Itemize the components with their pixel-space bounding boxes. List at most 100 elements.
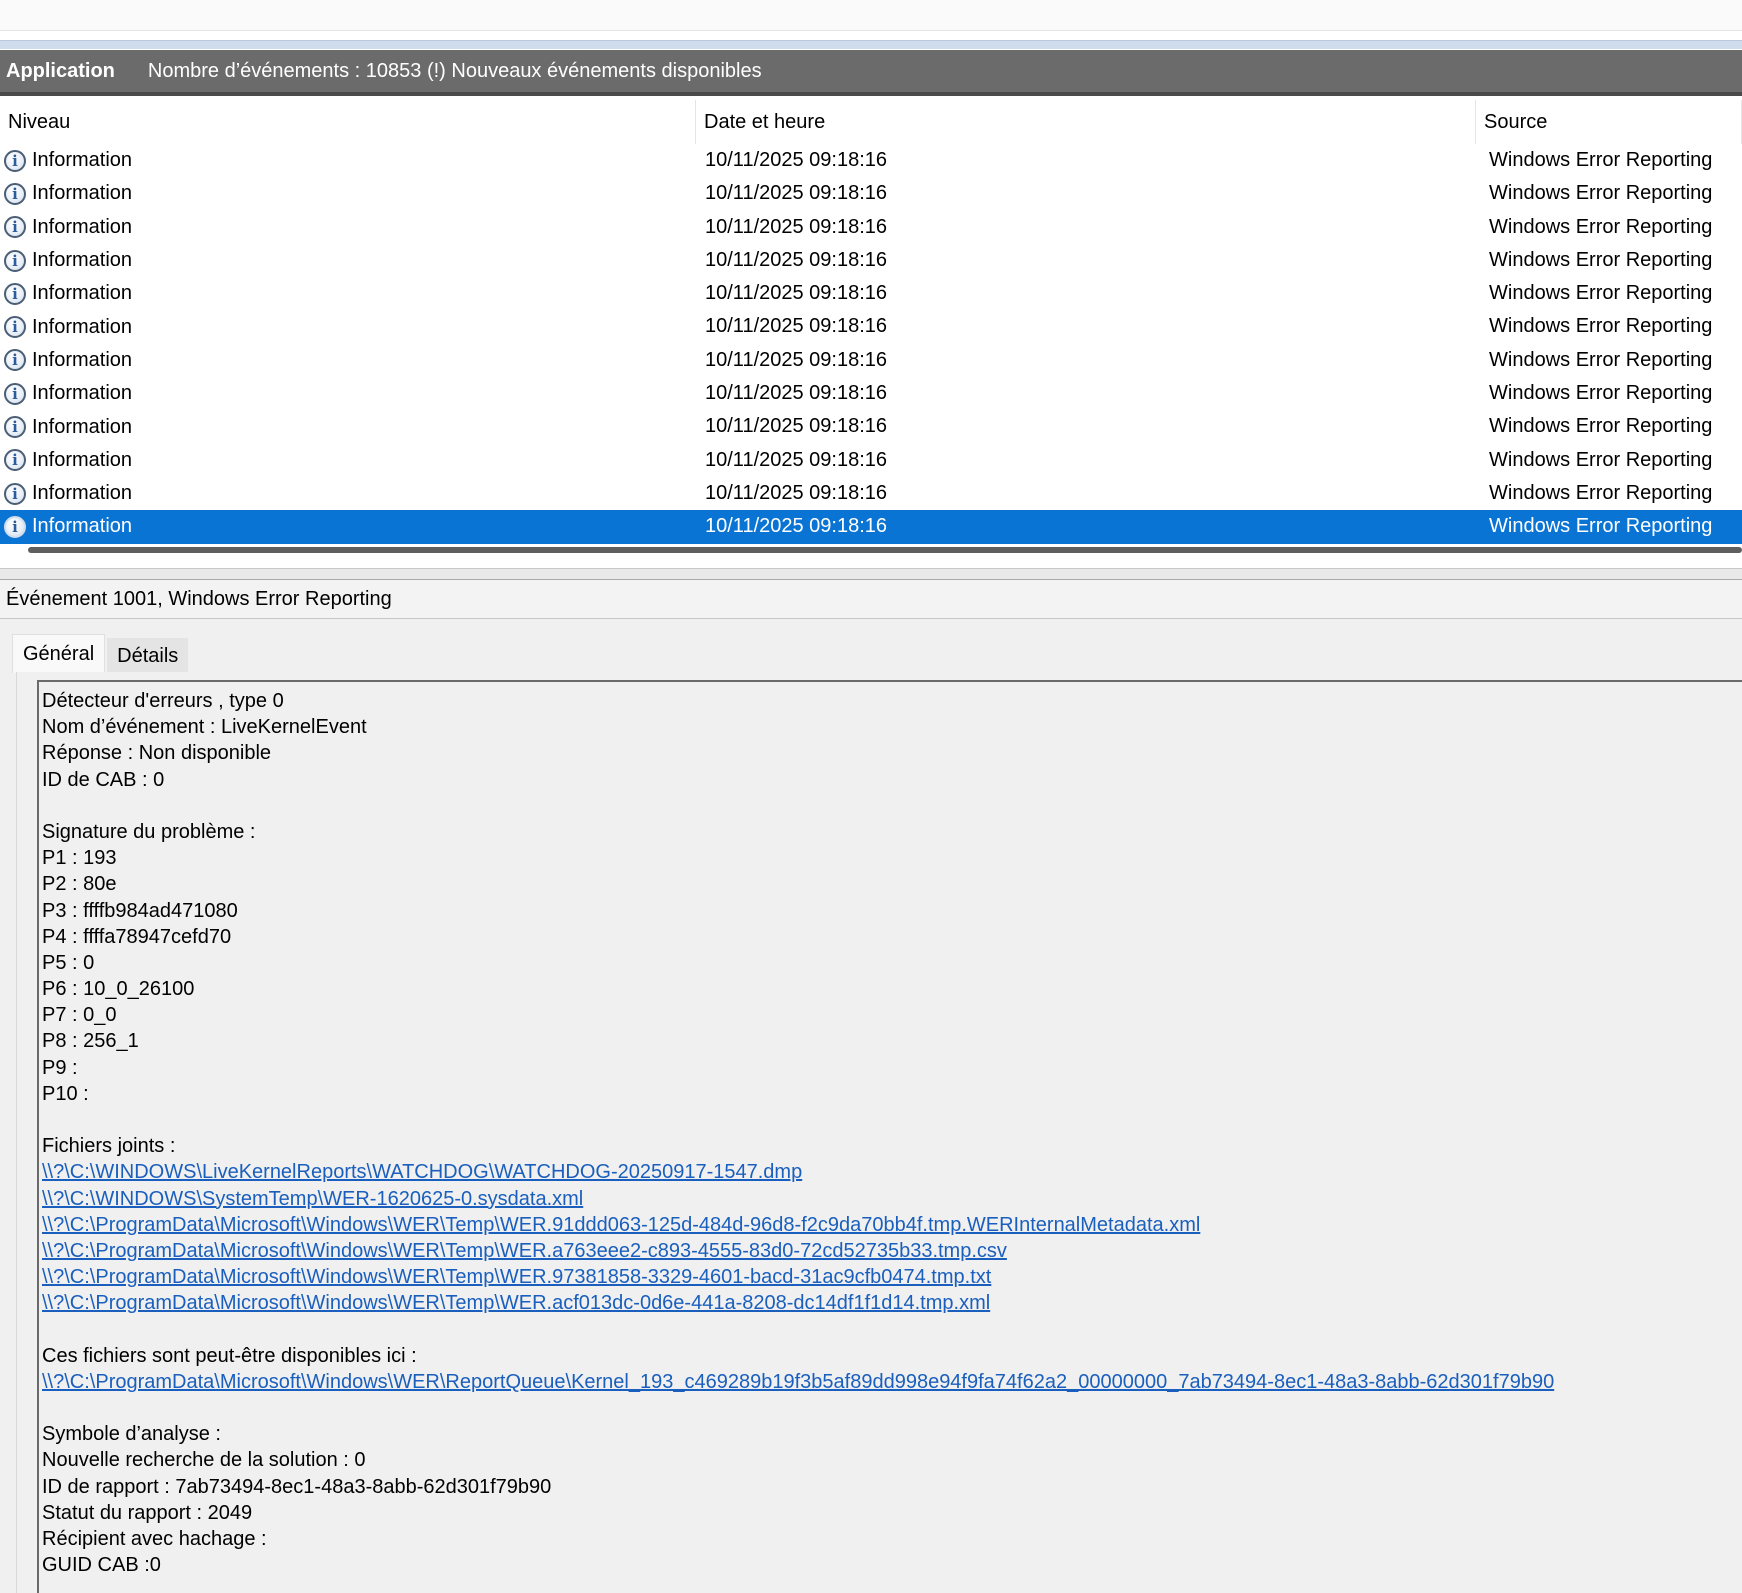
detail-line: Détecteur d'erreurs , type 0 xyxy=(42,690,284,712)
cell-datetime: 10/11/2025 09:18:16 xyxy=(705,348,888,371)
information-icon: i xyxy=(4,515,26,538)
events-table: Niveau Date et heure Source i Information… xyxy=(0,100,1742,544)
level-text: Information xyxy=(32,515,133,538)
table-body: i Information 10/11/2025 09:18:16 Windows E… xyxy=(0,144,1742,544)
cell-source: Windows Error Reporting xyxy=(1489,215,1713,238)
detail-line: P9 : xyxy=(42,1056,78,1079)
tab-general[interactable]: Général xyxy=(12,634,106,673)
cell-source: Windows Error Reporting xyxy=(1489,348,1713,371)
cell-source: Windows Error Reporting xyxy=(1489,248,1713,271)
cell-datetime: 10/11/2025 09:18:16 xyxy=(705,215,888,238)
detail-line: ID de CAB : 0 xyxy=(42,768,165,791)
file-path-link[interactable]: \\?\C:\ProgramData\Microsoft\Windows\WER… xyxy=(42,1238,1742,1264)
information-icon: i xyxy=(4,449,26,472)
detail-line: P10 : xyxy=(42,1082,89,1105)
table-row[interactable]: i Information 10/11/2025 09:18:16 Windows E… xyxy=(0,177,1742,210)
file-path-link[interactable]: \\?\C:\ProgramData\Microsoft\Windows\WER… xyxy=(42,1290,1742,1316)
cell-level: i Information xyxy=(4,477,694,510)
detail-line: Nouvelle recherche de la solution : 0 xyxy=(42,1449,366,1472)
detail-tabs: Général Détails xyxy=(12,634,190,673)
level-text: Information xyxy=(32,382,133,405)
cell-level: i Information xyxy=(4,177,694,210)
log-header: Application Nombre d’événements : 10853 … xyxy=(0,50,1742,96)
table-row[interactable]: i Information 10/11/2025 09:18:16 Windows E… xyxy=(0,410,1742,443)
level-text: Information xyxy=(32,182,133,205)
cell-level: i Information xyxy=(4,377,694,410)
file-path-link[interactable]: \\?\C:\WINDOWS\SystemTemp\WER-1620625-0.… xyxy=(42,1186,1742,1212)
horizontal-scrollbar[interactable] xyxy=(0,544,1742,556)
header-accent-line xyxy=(0,40,1742,49)
cell-level: i Information xyxy=(4,510,694,543)
cell-level: i Information xyxy=(4,244,694,277)
cell-level: i Information xyxy=(4,344,694,377)
scrollbar-thumb[interactable] xyxy=(28,547,1742,553)
detail-line: Récipient avec hachage : xyxy=(42,1528,267,1550)
information-icon: i xyxy=(4,149,26,172)
table-row[interactable]: i Information 10/11/2025 09:18:16 Windows E… xyxy=(0,377,1742,410)
level-text: Information xyxy=(32,415,133,438)
cell-source: Windows Error Reporting xyxy=(1489,415,1713,438)
level-text: Information xyxy=(32,315,133,338)
tab-general-panel: Détecteur d'erreurs , type 0 Nom d’événem… xyxy=(16,672,1742,1593)
information-icon: i xyxy=(4,482,26,505)
table-row[interactable]: i Information 10/11/2025 09:18:16 Windows E… xyxy=(0,310,1742,343)
file-path-link[interactable]: \\?\C:\ProgramData\Microsoft\Windows\WER… xyxy=(42,1369,1742,1395)
detail-line: Ces fichiers sont peut-être disponibles … xyxy=(42,1344,417,1367)
cell-datetime: 10/11/2025 09:18:16 xyxy=(705,315,888,338)
information-icon: i xyxy=(4,382,26,405)
detail-line: P5 : 0 xyxy=(42,951,95,974)
detail-line: ID de rapport : 7ab73494-8ec1-48a3-8abb-… xyxy=(42,1475,552,1498)
table-row[interactable]: i Information 10/11/2025 09:18:16 Windows E… xyxy=(0,211,1742,244)
information-icon: i xyxy=(4,282,26,305)
information-icon: i xyxy=(4,216,26,239)
column-header-datetime[interactable]: Date et heure xyxy=(696,100,1476,144)
file-path-link[interactable]: \\?\C:\WINDOWS\LiveKernelReports\WATCHDO… xyxy=(42,1159,1742,1185)
cell-level: i Information xyxy=(4,277,694,310)
cell-level: i Information xyxy=(4,410,694,443)
table-row[interactable]: i Information 10/11/2025 09:18:16 Windows E… xyxy=(0,277,1742,310)
level-text: Information xyxy=(32,482,133,505)
toolbar-strip xyxy=(0,0,1742,31)
log-event-count: Nombre d’événements : 10853 (!) Nouveaux… xyxy=(147,59,762,82)
detail-line: Signature du problème : xyxy=(42,820,256,843)
cell-source: Windows Error Reporting xyxy=(1489,315,1713,338)
cell-source: Windows Error Reporting xyxy=(1489,382,1713,405)
cell-source: Windows Error Reporting xyxy=(1489,481,1713,504)
cell-source: Windows Error Reporting xyxy=(1489,182,1713,205)
information-icon: i xyxy=(4,182,26,205)
cell-source: Windows Error Reporting xyxy=(1489,149,1713,171)
detail-line: Symbole d’analyse : xyxy=(42,1423,221,1446)
file-path-link[interactable]: \\?\C:\ProgramData\Microsoft\Windows\WER… xyxy=(42,1264,1742,1290)
level-text: Information xyxy=(32,348,133,371)
detail-line: P7 : 0_0 xyxy=(42,1004,117,1027)
pane-splitter[interactable] xyxy=(0,568,1742,580)
table-row[interactable]: i Information 10/11/2025 09:18:16 Windows E… xyxy=(0,510,1742,544)
table-row[interactable]: i Information 10/11/2025 09:18:16 Windows E… xyxy=(0,444,1742,477)
cell-level: i Information xyxy=(4,310,694,343)
cell-datetime: 10/11/2025 09:18:16 xyxy=(705,282,888,305)
column-header-level[interactable]: Niveau xyxy=(0,100,696,144)
information-icon: i xyxy=(4,316,26,339)
level-text: Information xyxy=(32,448,133,471)
table-row[interactable]: i Information 10/11/2025 09:18:16 Windows E… xyxy=(0,344,1742,377)
event-detail-pane: Événement 1001, Windows Error Reporting … xyxy=(0,580,1742,1593)
table-row[interactable]: i Information 10/11/2025 09:18:16 Windows E… xyxy=(0,144,1742,177)
detail-line: P2 : 80e xyxy=(42,873,117,896)
table-header: Niveau Date et heure Source xyxy=(0,100,1742,144)
detail-line: P1 : 193 xyxy=(42,847,117,870)
column-header-source[interactable]: Source xyxy=(1476,100,1742,144)
information-icon: i xyxy=(4,349,26,372)
detail-line: GUID CAB :0 xyxy=(42,1554,161,1577)
cell-source: Windows Error Reporting xyxy=(1489,515,1713,538)
table-row[interactable]: i Information 10/11/2025 09:18:16 Windows E… xyxy=(0,244,1742,277)
cell-datetime: 10/11/2025 09:18:16 xyxy=(705,481,888,504)
information-icon: i xyxy=(4,249,26,272)
tab-details[interactable]: Détails xyxy=(107,638,189,672)
event-description-text[interactable]: Détecteur d'erreurs , type 0 Nom d’événem… xyxy=(37,680,1742,1593)
file-path-link[interactable]: \\?\C:\ProgramData\Microsoft\Windows\WER… xyxy=(42,1212,1742,1238)
level-text: Information xyxy=(32,282,133,305)
table-row[interactable]: i Information 10/11/2025 09:18:16 Windows E… xyxy=(0,477,1742,510)
cell-datetime: 10/11/2025 09:18:16 xyxy=(705,248,888,271)
level-text: Information xyxy=(32,149,133,172)
